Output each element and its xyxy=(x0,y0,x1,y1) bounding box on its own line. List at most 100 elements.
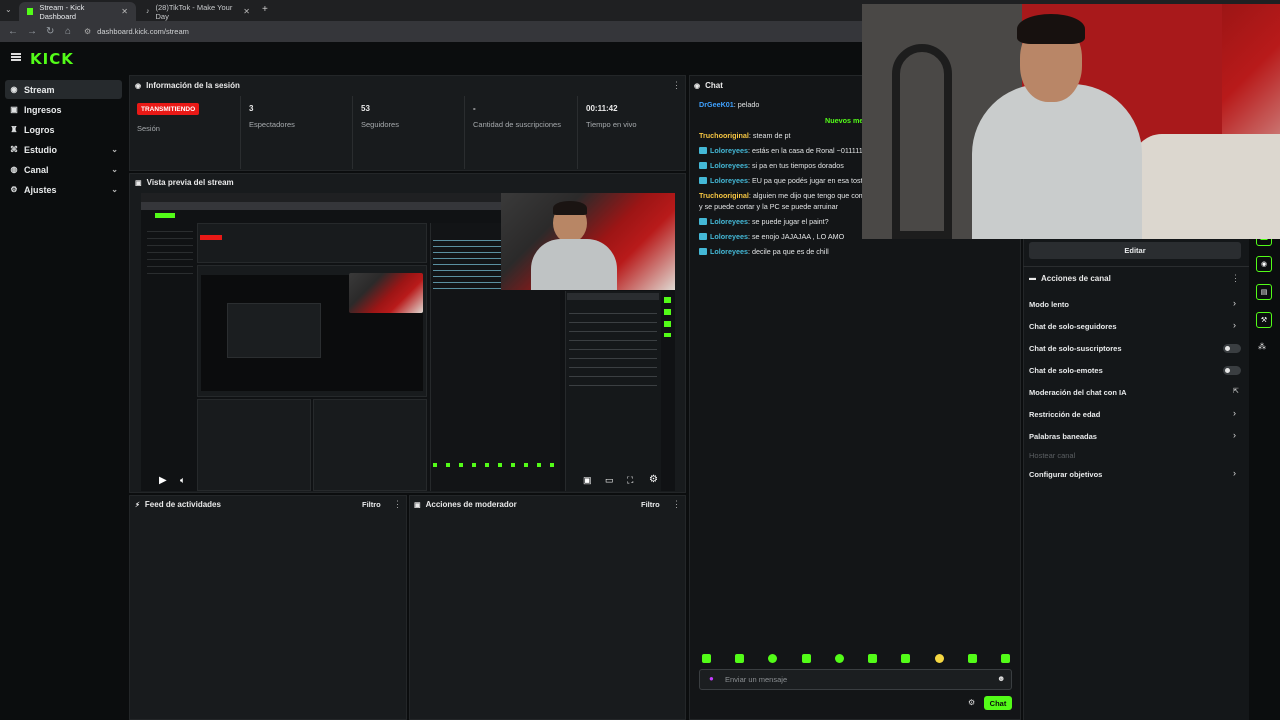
channel-action-followers-only[interactable]: Chat de solo-seguidores xyxy=(1029,322,1117,331)
tab-list-icon[interactable]: ⌄ xyxy=(5,5,12,14)
chat-message: Loloreyees: se enojo JAJAJAA , LO AMO xyxy=(699,232,864,242)
emote-icon[interactable] xyxy=(835,654,844,663)
emoji-icon[interactable]: ☻ xyxy=(997,674,1005,683)
stat-value: 3 xyxy=(249,104,254,113)
stat-label: Seguidores xyxy=(361,120,399,129)
forward-icon[interactable]: → xyxy=(27,26,38,37)
close-tab-icon[interactable]: ✕ xyxy=(243,7,250,16)
theater-icon[interactable]: ▭ xyxy=(605,475,614,486)
external-link-icon[interactable]: ⇱ xyxy=(1233,387,1239,395)
emote-icon[interactable] xyxy=(702,654,711,663)
chevron-right-icon[interactable]: › xyxy=(1233,408,1236,418)
sidebar-item-estudio[interactable]: ⌘ Estudio ⌄ xyxy=(5,140,122,159)
pip-icon[interactable]: ▣ xyxy=(583,475,592,486)
emote-icon[interactable] xyxy=(935,654,944,663)
activity-feed-header: ⚡︎ Feed de actividades xyxy=(135,500,221,509)
mic-icon[interactable]: ● xyxy=(709,674,714,683)
rail-share-icon[interactable]: ⁂ xyxy=(1258,342,1266,351)
channel-action-age-restriction[interactable]: Restricción de edad xyxy=(1029,410,1100,419)
rail-layout-icon[interactable]: ▤ xyxy=(1256,284,1272,300)
site-info-icon[interactable]: ⚙ xyxy=(84,27,91,36)
chat-header: ◉ Chat xyxy=(694,81,723,90)
more-options-icon[interactable]: ⋮ xyxy=(672,499,681,510)
kick-logo[interactable]: KICK xyxy=(30,50,74,68)
sidebar-item-label: Stream xyxy=(24,84,55,95)
new-tab-icon[interactable]: + xyxy=(262,4,268,15)
chat-username[interactable]: Loloreyees xyxy=(710,146,748,155)
emote-icon[interactable] xyxy=(802,654,811,663)
play-icon[interactable]: ▶ xyxy=(159,475,167,486)
emote-icon[interactable] xyxy=(735,654,744,663)
chat-username[interactable]: Truchooriginal xyxy=(699,191,749,200)
stream-preview-video[interactable]: ▶ 🔈︎ ▣ ▭ ⛶ ⚙ xyxy=(141,193,675,491)
chat-username[interactable]: Truchooriginal xyxy=(699,131,749,140)
chat-username[interactable]: Loloreyees xyxy=(710,161,748,170)
rail-broadcast-icon[interactable]: ◉ xyxy=(1256,256,1272,272)
tab-tiktok[interactable]: ♪ (28)TikTok - Make Your Day ✕ xyxy=(138,2,258,21)
volume-icon[interactable]: 🔈︎ xyxy=(180,475,185,486)
chat-username[interactable]: DrGeeK01 xyxy=(699,100,734,109)
channel-action-configure-goals[interactable]: Configurar objetivos xyxy=(1029,470,1102,479)
chat-settings-icon[interactable]: ⚙ xyxy=(968,698,975,707)
emote-icon[interactable] xyxy=(868,654,877,663)
chat-username[interactable]: Loloreyees xyxy=(710,247,748,256)
send-chat-button[interactable]: Chat xyxy=(984,696,1012,710)
emote-icon[interactable] xyxy=(968,654,977,663)
chat-username[interactable]: Loloreyees xyxy=(710,232,748,241)
chat-username[interactable]: Loloreyees xyxy=(710,217,748,226)
chat-username[interactable]: Loloreyees xyxy=(710,176,748,185)
sidebar-item-stream[interactable]: ◉ Stream xyxy=(5,80,122,99)
stat-label: Cantidad de suscripciones xyxy=(473,120,561,129)
channel-action-banned-words[interactable]: Palabras baneadas xyxy=(1029,432,1097,441)
chevron-right-icon[interactable]: › xyxy=(1233,298,1236,308)
nested-edit-button xyxy=(567,293,659,300)
close-tab-icon[interactable]: ✕ xyxy=(121,7,128,16)
mod-filter-button[interactable]: Filtro xyxy=(641,500,660,509)
chevron-right-icon[interactable]: › xyxy=(1233,468,1236,478)
tab-kick-dashboard[interactable]: Stream - Kick Dashboard ✕ xyxy=(19,2,136,21)
emote-icon[interactable] xyxy=(768,654,777,663)
more-options-icon[interactable]: ⋮ xyxy=(672,80,681,91)
chat-message: Loloreyees: si pa en tus tiempos dorados xyxy=(699,161,864,171)
chevron-right-icon[interactable]: › xyxy=(1233,430,1236,440)
channel-actions-header: ▬ Acciones de canal xyxy=(1029,274,1111,283)
channel-action-ai-moderation[interactable]: Moderación del chat con IA xyxy=(1029,388,1127,397)
channel-action-slow-mode[interactable]: Modo lento xyxy=(1029,300,1069,309)
sidebar-item-canal[interactable]: ◍ Canal ⌄ xyxy=(5,160,122,179)
chat-title: Chat xyxy=(705,81,723,90)
chat-icon: ◉ xyxy=(694,82,701,90)
back-icon[interactable]: ← xyxy=(8,26,19,37)
fullscreen-icon[interactable]: ⛶ xyxy=(627,475,633,486)
chat-message: Loloreyees: EU pa que podés jugar en esa… xyxy=(699,176,864,186)
nested-chat-lines xyxy=(433,235,505,291)
settings-icon[interactable]: ⚙ xyxy=(649,474,658,485)
rail-wrench-icon[interactable]: ⚒ xyxy=(1256,312,1272,328)
menu-icon[interactable] xyxy=(11,53,21,61)
verified-badge-icon xyxy=(699,147,707,154)
emote-icon[interactable] xyxy=(1001,654,1010,663)
subscribers-only-toggle[interactable] xyxy=(1223,344,1241,353)
home-icon[interactable]: ⌂ xyxy=(65,26,76,37)
chat-message: Loloreyees: estás en la casa de Ronal ~0… xyxy=(699,146,864,156)
emotes-only-toggle[interactable] xyxy=(1223,366,1241,375)
edit-button[interactable]: Editar xyxy=(1029,242,1241,259)
activity-filter-button[interactable]: Filtro xyxy=(362,500,381,509)
sidebar-item-label: Ingresos xyxy=(24,104,62,115)
chevron-right-icon[interactable]: › xyxy=(1233,320,1236,330)
chat-text: : decile pa que es de chill xyxy=(747,247,829,256)
more-options-icon[interactable]: ⋮ xyxy=(393,499,402,510)
url-field[interactable]: dashboard.kick.com/stream xyxy=(97,27,189,36)
sidebar-item-ajustes[interactable]: ⚙ Ajustes ⌄ xyxy=(5,180,122,199)
stat-viewers: 3 Espectadores xyxy=(240,96,352,169)
reload-icon[interactable]: ↻ xyxy=(46,26,57,37)
info-icon: ◉ xyxy=(135,82,142,90)
sidebar-item-ingresos[interactable]: ▣ Ingresos xyxy=(5,100,122,119)
chat-input-placeholder: Enviar un mensaje xyxy=(725,675,788,684)
chat-input-box[interactable]: ● Enviar un mensaje ☻ xyxy=(699,669,1012,690)
emote-icon[interactable] xyxy=(901,654,910,663)
sidebar-item-logros[interactable]: ♜ Logros xyxy=(5,120,122,139)
stream-preview-header: ▣ Vista previa del stream xyxy=(135,178,234,187)
more-options-icon[interactable]: ⋮ xyxy=(1231,273,1240,284)
chat-text: : EU pa que podés jugar en esa tostadi xyxy=(747,176,864,185)
stream-preview-title: Vista previa del stream xyxy=(146,178,234,187)
